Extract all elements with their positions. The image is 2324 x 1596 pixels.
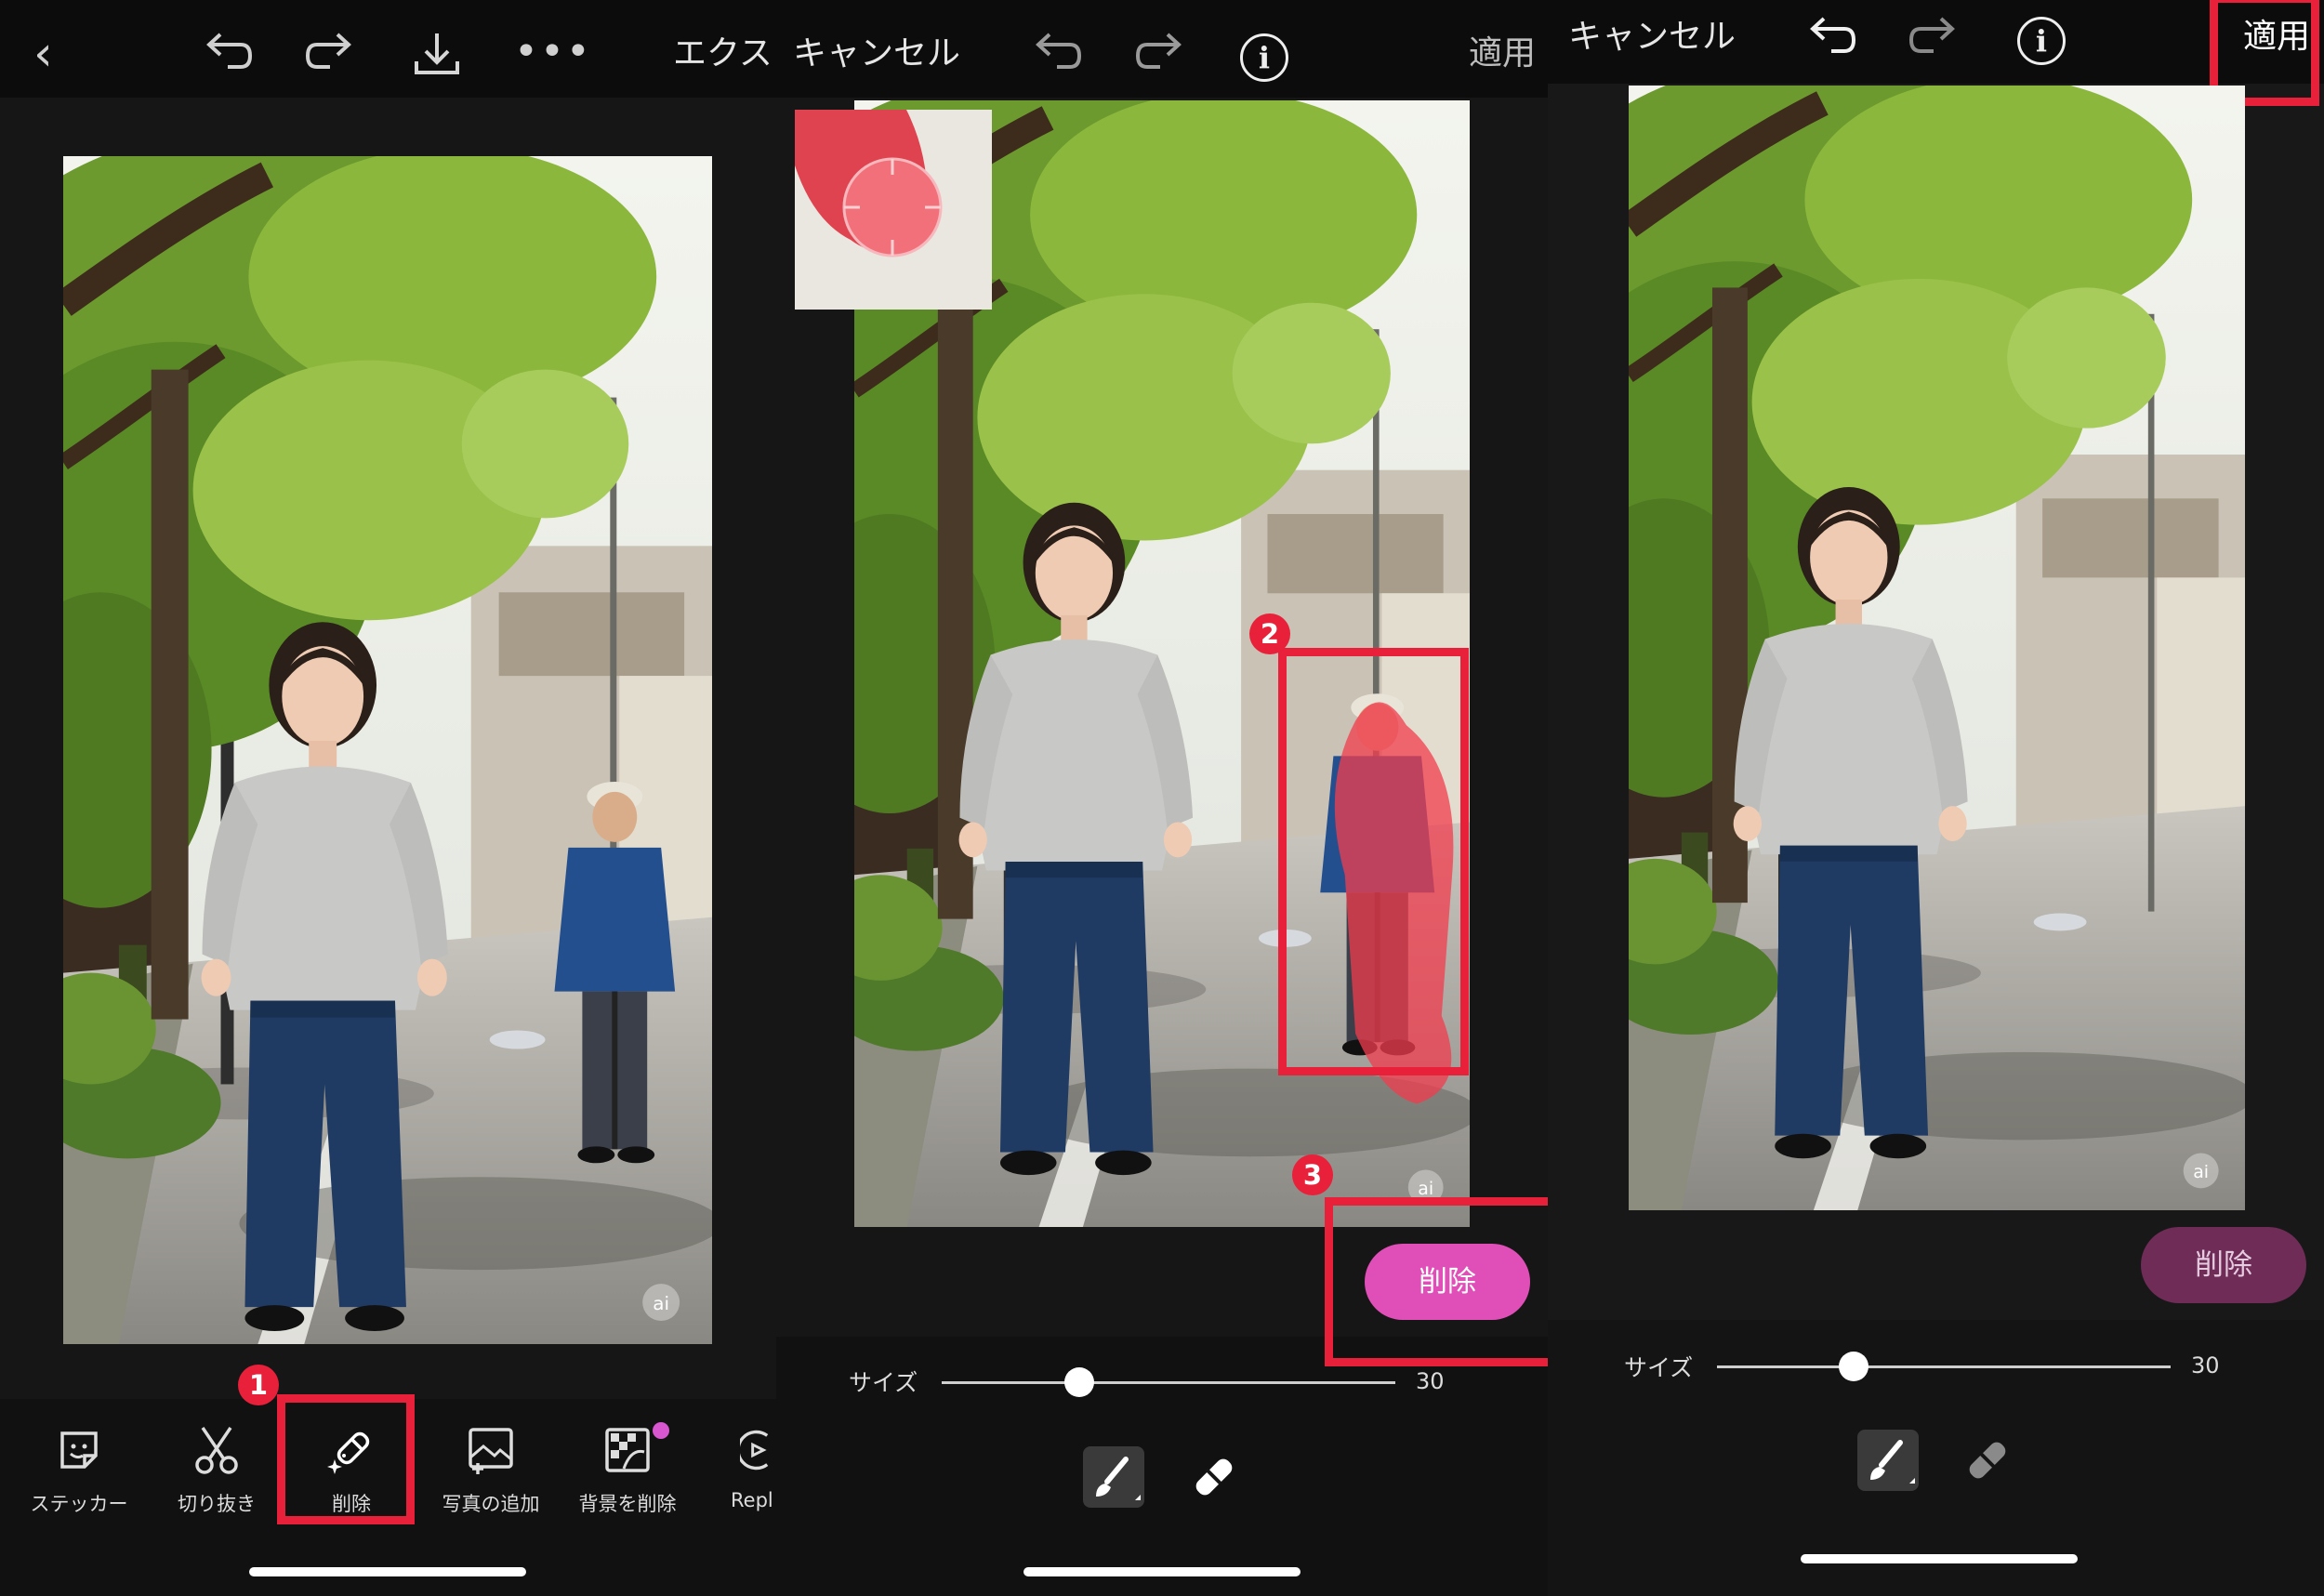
editor-panel-2: キャンセル i 適用 ai 2 削除 3 サイズ 30 bbox=[776, 0, 1548, 1596]
step-badge-1: 1 bbox=[238, 1365, 279, 1405]
home-indicator bbox=[249, 1567, 526, 1576]
size-label: サイズ bbox=[849, 1369, 918, 1396]
brush-icon bbox=[1096, 1457, 1141, 1500]
undo-icon[interactable] bbox=[1029, 30, 1085, 76]
step-badge-3: 3 bbox=[1292, 1154, 1333, 1195]
highlight-box-3 bbox=[1325, 1197, 1548, 1366]
editor-panel-3: キャンセル i 適用 4 ai 削除 サイズ 30 bbox=[1548, 0, 2324, 1596]
add-photo-icon bbox=[469, 1428, 513, 1474]
info-icon[interactable]: i bbox=[1240, 33, 1288, 82]
brush-tool-button[interactable] bbox=[1857, 1430, 1919, 1491]
replace-icon bbox=[740, 1430, 769, 1471]
scissors-icon bbox=[195, 1427, 238, 1474]
redo-icon[interactable] bbox=[302, 30, 358, 76]
size-value: 30 bbox=[1416, 1368, 1445, 1394]
tool-sticker[interactable]: ステッカー bbox=[19, 1422, 139, 1517]
cancel-button[interactable]: キャンセル bbox=[793, 35, 960, 73]
brush-tool-button[interactable] bbox=[1083, 1446, 1144, 1508]
info-icon[interactable]: i bbox=[2017, 17, 2066, 65]
ai-watermark: ai bbox=[2193, 1162, 2209, 1182]
undo-icon[interactable] bbox=[200, 30, 256, 76]
back-icon[interactable]: ‹ bbox=[33, 28, 53, 80]
size-slider-thumb[interactable] bbox=[1064, 1367, 1094, 1397]
remove-background-icon bbox=[605, 1428, 650, 1472]
photo-canvas[interactable]: ai bbox=[63, 156, 712, 1344]
cancel-button[interactable]: キャンセル bbox=[1568, 19, 1736, 56]
photo-canvas[interactable]: ai bbox=[1629, 86, 2245, 1210]
editor-panel-1: ‹ ••• エクス ai ステッカー 切り抜き 削除 写真の追加 背景を削除 R… bbox=[0, 0, 776, 1596]
eraser-tool-icon[interactable] bbox=[1959, 1433, 2014, 1489]
redo-icon[interactable] bbox=[1906, 14, 1961, 60]
editor-title: エクス bbox=[673, 34, 772, 73]
apply-button[interactable]: 適用 bbox=[1469, 35, 1536, 73]
tool-remove-background[interactable]: 背景を削除 bbox=[567, 1422, 688, 1517]
step-badge-2: 2 bbox=[1249, 613, 1290, 654]
redo-icon[interactable] bbox=[1132, 30, 1188, 76]
sticker-icon bbox=[60, 1431, 98, 1469]
ai-watermark: ai bbox=[1418, 1179, 1433, 1199]
zoom-loupe bbox=[795, 110, 992, 310]
size-value: 30 bbox=[2191, 1352, 2220, 1378]
tool-cutout-label: 切り抜き bbox=[178, 1493, 256, 1515]
tool-add-photo[interactable]: 写真の追加 bbox=[430, 1422, 551, 1517]
top-toolbar: ‹ ••• エクス bbox=[0, 0, 776, 98]
eraser-tool-icon[interactable] bbox=[1185, 1450, 1241, 1506]
tool-remove-background-label: 背景を削除 bbox=[578, 1493, 677, 1515]
tool-sticker-label: ステッカー bbox=[30, 1493, 128, 1515]
tool-add-photo-label: 写真の追加 bbox=[442, 1493, 540, 1515]
download-icon[interactable] bbox=[411, 28, 463, 80]
size-slider-track[interactable] bbox=[1717, 1365, 2171, 1368]
undo-icon[interactable] bbox=[1803, 14, 1859, 60]
size-slider-thumb[interactable] bbox=[1839, 1352, 1868, 1381]
brush-icon bbox=[1870, 1440, 1915, 1484]
size-label: サイズ bbox=[1624, 1354, 1694, 1381]
highlight-box-1 bbox=[277, 1394, 415, 1524]
tool-replace[interactable]: Repl bbox=[706, 1422, 776, 1511]
new-badge-dot bbox=[653, 1422, 669, 1439]
ai-watermark: ai bbox=[653, 1292, 669, 1314]
top-toolbar-erase: キャンセル i 適用 bbox=[776, 0, 1548, 98]
top-toolbar-result: キャンセル i 適用 bbox=[1548, 0, 2324, 84]
tool-replace-label: Repl bbox=[731, 1489, 773, 1511]
highlight-box-2 bbox=[1278, 648, 1469, 1075]
home-indicator bbox=[1801, 1554, 2078, 1563]
delete-button[interactable]: 削除 bbox=[2141, 1227, 2306, 1303]
home-indicator bbox=[1023, 1567, 1301, 1576]
size-slider-track[interactable] bbox=[942, 1381, 1395, 1384]
tool-cutout[interactable]: 切り抜き bbox=[156, 1422, 277, 1517]
more-icon[interactable]: ••• bbox=[514, 26, 592, 78]
